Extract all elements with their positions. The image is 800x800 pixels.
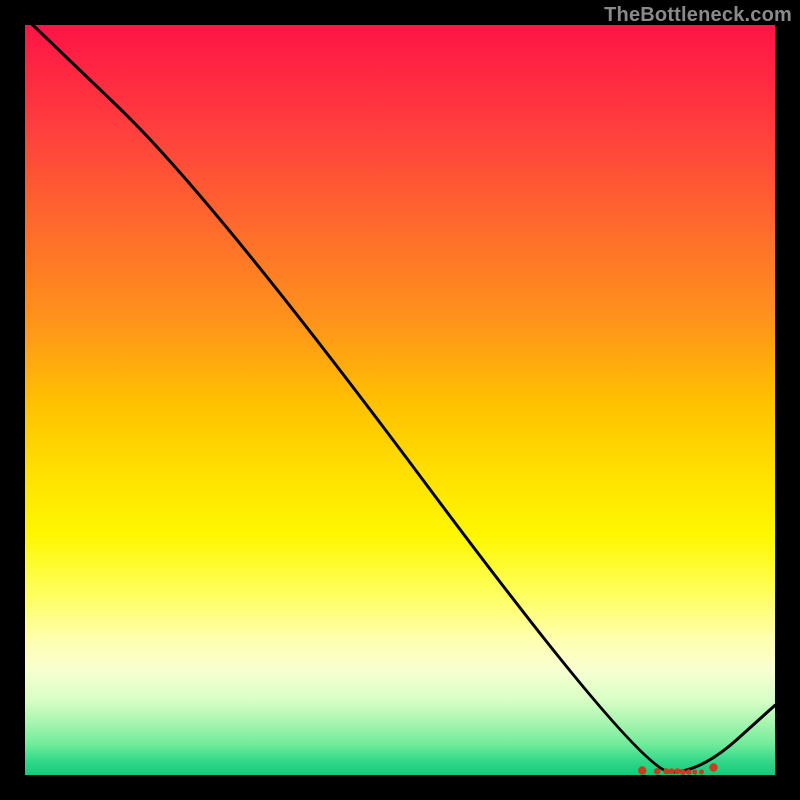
- data-marker: [680, 769, 686, 775]
- data-marker: [669, 768, 675, 774]
- curve-layer: [25, 18, 775, 773]
- chart-svg: [25, 25, 775, 775]
- data-marker: [663, 768, 669, 774]
- data-marker: [699, 770, 704, 775]
- plot-area: [25, 25, 775, 775]
- data-marker: [654, 768, 661, 775]
- data-marker: [686, 769, 692, 775]
- data-marker: [675, 768, 681, 774]
- series-line: [25, 18, 775, 773]
- chart-frame: TheBottleneck.com: [0, 0, 800, 800]
- data-marker: [692, 770, 697, 775]
- attribution-label: TheBottleneck.com: [604, 4, 792, 27]
- marker-layer: [638, 763, 718, 775]
- data-marker: [638, 766, 646, 774]
- data-marker: [709, 763, 717, 771]
